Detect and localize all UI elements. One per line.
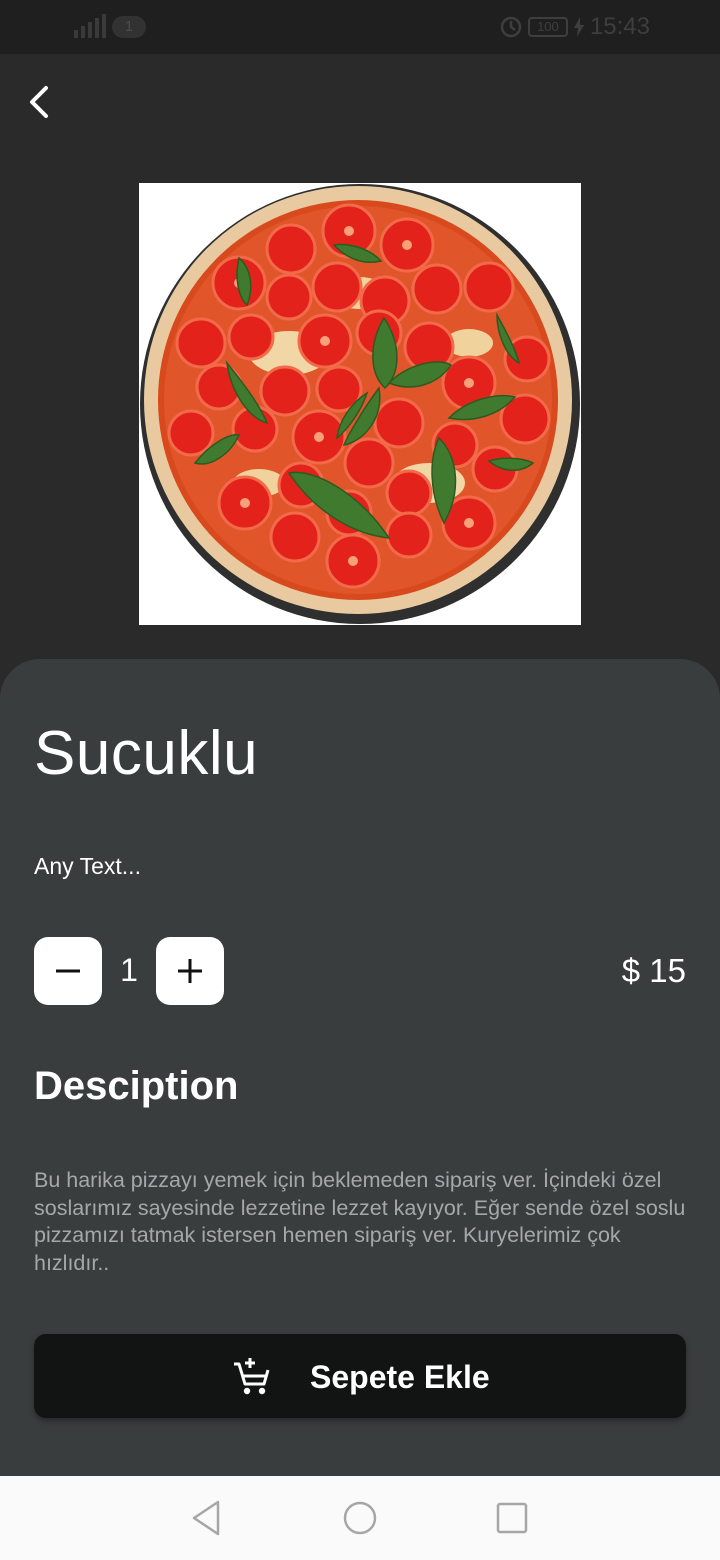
product-image (139, 183, 581, 625)
battery-indicator: 100 (527, 17, 568, 37)
chevron-left-icon (30, 86, 48, 118)
square-recents-icon[interactable] (494, 1498, 530, 1538)
quantity-value: 1 (120, 952, 138, 988)
product-subtitle: Any Text... (34, 853, 141, 879)
add-to-cart-button[interactable]: Sepete Ekle (34, 1334, 686, 1418)
pizza-illustration (140, 184, 580, 624)
description-text: Bu harika pizzayı yemek için beklemeden … (34, 1168, 686, 1275)
clock: 15:43 (589, 13, 650, 40)
header (0, 54, 720, 150)
charging-icon (573, 17, 584, 37)
product-title: Sucuklu (34, 719, 259, 788)
minus-icon (56, 969, 80, 973)
plus-icon (178, 959, 202, 983)
triangle-back-icon[interactable] (188, 1498, 224, 1538)
signal-icon (74, 14, 106, 38)
back-button[interactable] (20, 80, 60, 124)
description-heading: Desciption (34, 1064, 239, 1108)
sim-badge: 1 (112, 16, 146, 38)
status-bar: 1 100 15:43 (0, 0, 720, 54)
add-to-cart-label: Sepete Ekle (310, 1359, 490, 1395)
decrease-quantity-button[interactable] (34, 937, 102, 1005)
alarm-icon (500, 16, 522, 38)
product-price: $ 15 (621, 952, 686, 989)
increase-quantity-button[interactable] (156, 937, 224, 1005)
circle-home-icon[interactable] (342, 1498, 378, 1538)
add-shopping-cart-icon (234, 1358, 270, 1395)
system-navigation-bar (0, 1476, 720, 1560)
